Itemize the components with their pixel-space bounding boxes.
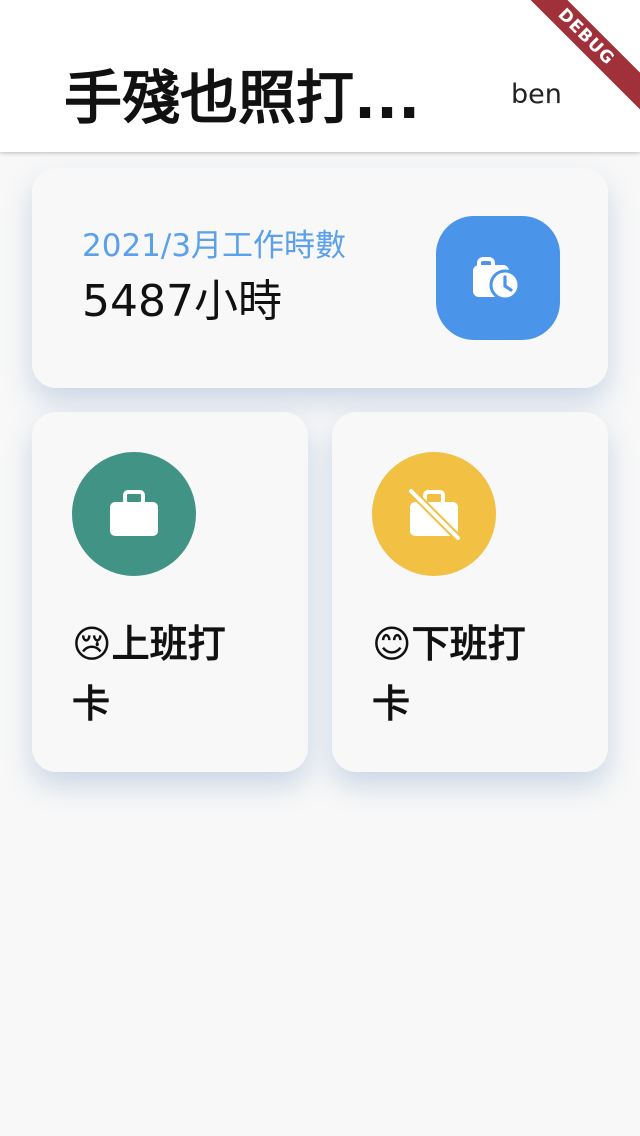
app-bar: 手殘也照打... ben bbox=[0, 0, 640, 152]
punch-out-card[interactable]: 😊下班打卡 bbox=[332, 412, 608, 772]
work-history-button[interactable] bbox=[436, 216, 560, 340]
work-hours-card: 2021/3月工作時數 5487小時 bbox=[32, 168, 608, 388]
briefcase-off-icon bbox=[407, 488, 462, 540]
punch-out-icon-circle[interactable] bbox=[372, 452, 496, 576]
work-hours-value: 5487小時 bbox=[82, 276, 282, 327]
work-hours-label: 2021/3月工作時數 bbox=[82, 228, 347, 264]
work-history-icon bbox=[473, 257, 521, 301]
briefcase-icon bbox=[110, 490, 158, 536]
user-name[interactable]: ben bbox=[511, 78, 562, 112]
punch-in-icon-circle[interactable] bbox=[72, 452, 196, 576]
punch-out-label: 😊下班打卡 bbox=[372, 622, 526, 726]
punch-in-card[interactable]: 😢上班打卡 bbox=[32, 412, 308, 772]
page-title: 手殘也照打... bbox=[64, 64, 421, 132]
punch-in-label: 😢上班打卡 bbox=[72, 622, 226, 726]
